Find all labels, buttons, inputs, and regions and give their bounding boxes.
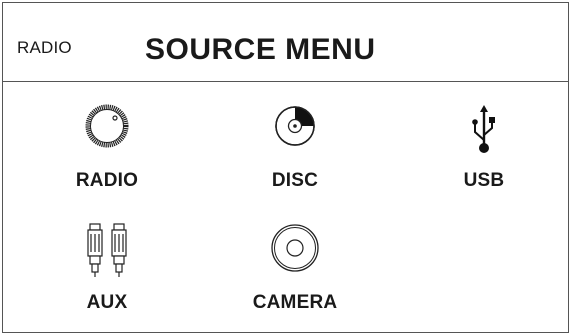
aux-cable-icon: [87, 223, 127, 277]
header-bar: RADIO SOURCE MENU: [3, 3, 568, 82]
source-usb-button[interactable]: USB: [419, 104, 549, 204]
usb-icon: [472, 105, 495, 153]
source-usb-label: USB: [463, 170, 505, 191]
source-aux-button[interactable]: AUX: [42, 222, 172, 322]
source-disc-label: DISC: [271, 170, 319, 191]
source-aux-label: AUX: [86, 292, 128, 313]
source-camera-label: CAMERA: [252, 292, 338, 313]
source-camera-button[interactable]: CAMERA: [230, 224, 360, 324]
source-radio-label: RADIO: [75, 170, 139, 191]
disc-icon: [275, 106, 315, 146]
current-source-label: RADIO: [17, 38, 72, 57]
page-title: SOURCE MENU: [145, 33, 376, 66]
source-menu-screen: RADIO SOURCE MENU RADIO DISC USB AUX CAM…: [2, 2, 569, 333]
source-disc-button[interactable]: DISC: [230, 104, 360, 204]
camera-lens-icon: [271, 224, 319, 272]
source-radio-button[interactable]: RADIO: [42, 104, 172, 204]
radio-knob-icon: [85, 104, 129, 148]
